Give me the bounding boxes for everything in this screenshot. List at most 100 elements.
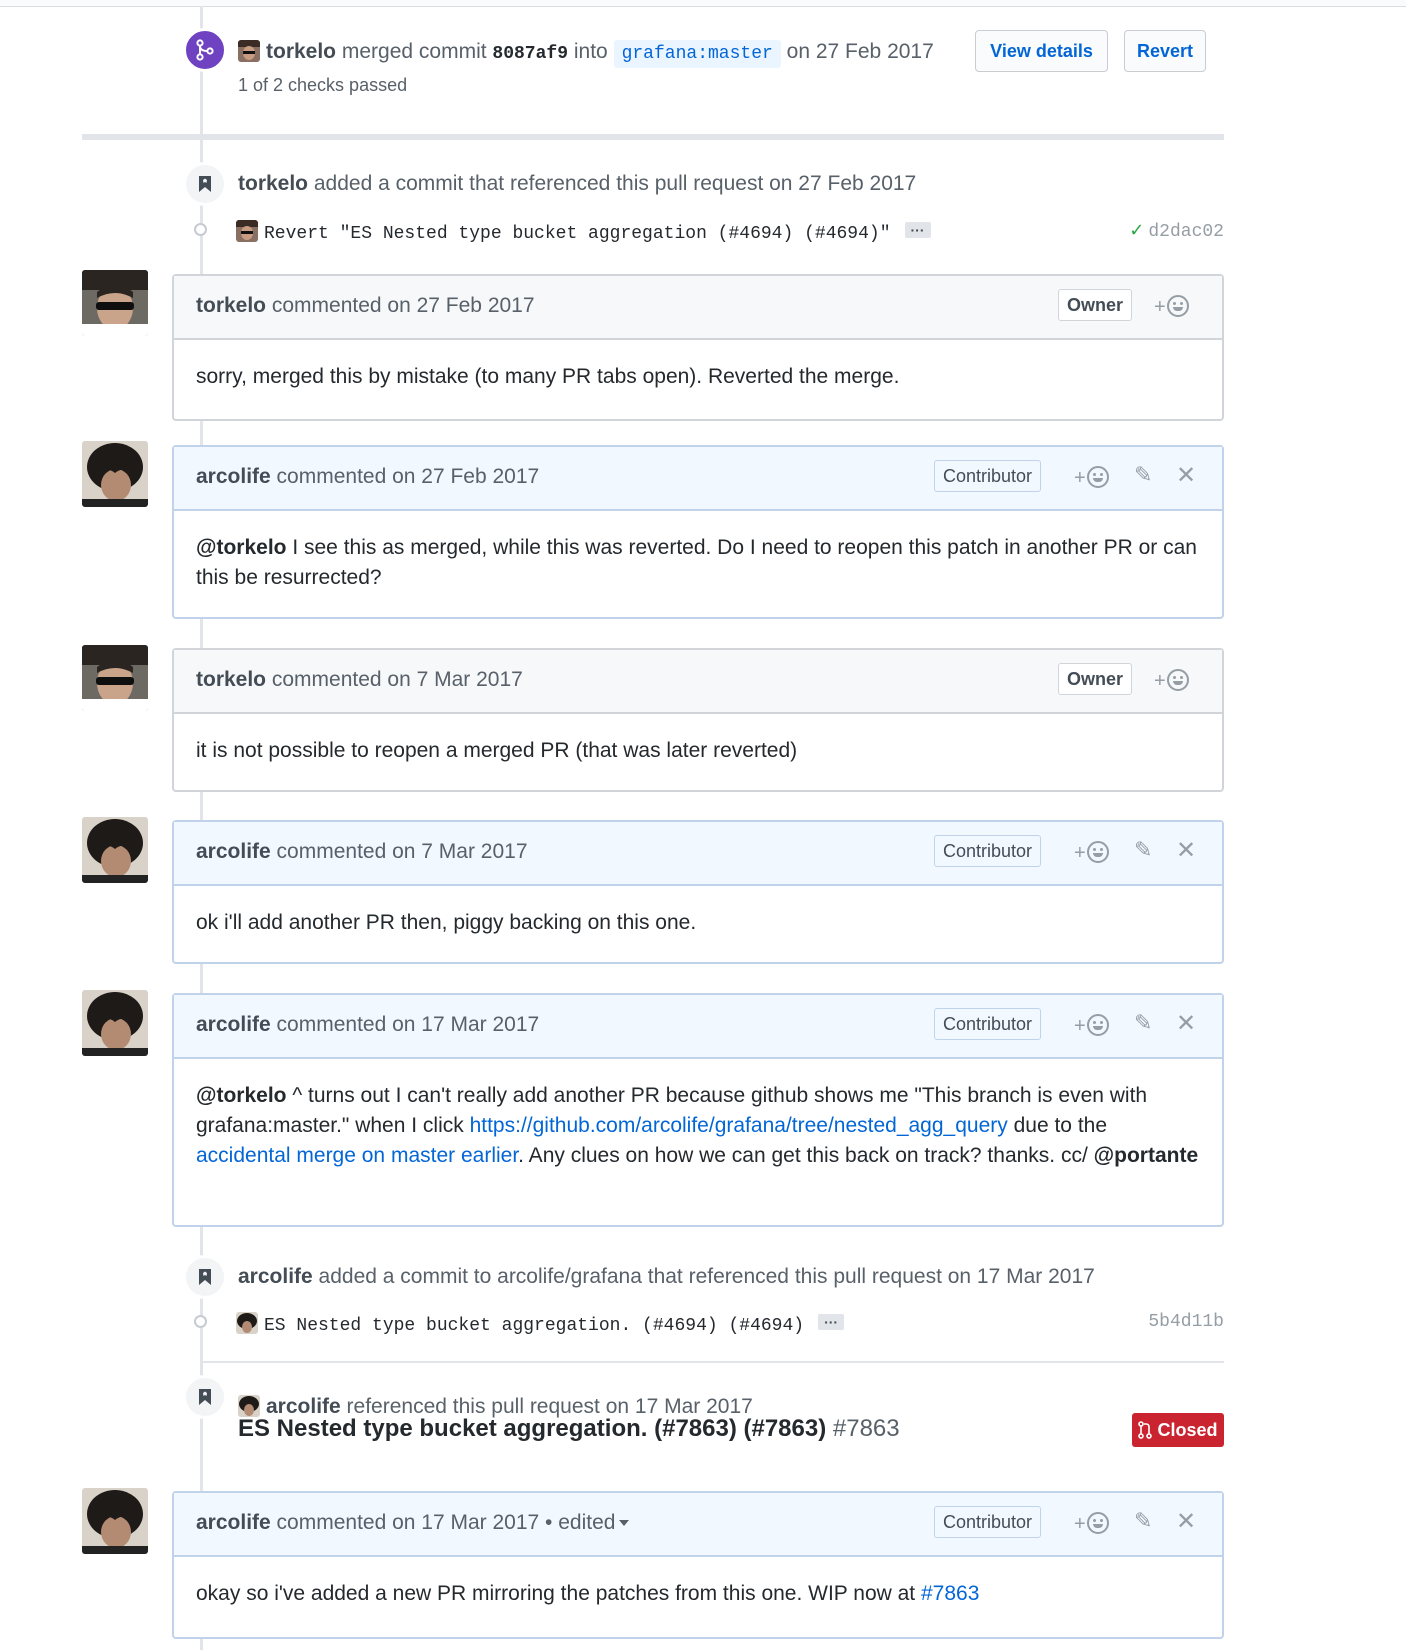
merge-author[interactable]: torkelo [266,40,336,63]
comment-timestamp[interactable]: commented on 17 Mar 2017 [277,1013,540,1036]
edited-dropdown[interactable]: • edited [545,1511,630,1534]
avatar-torkelo[interactable] [82,270,148,336]
comment-body: @torkelo ^ turns out I can't really add … [196,1084,1199,1167]
comment-timestamp[interactable]: commented on 7 Mar 2017 [272,668,523,691]
view-details-button[interactable]: View details [975,30,1108,72]
pencil-icon[interactable]: ✎ [1134,462,1152,488]
smiley-icon [1086,1014,1109,1036]
add-reaction-button[interactable]: + [1154,667,1189,693]
ref-event-description: added a commit to arcolife/grafana that … [318,1265,1095,1288]
git-merge-icon [196,39,214,61]
merge-badge [183,28,227,72]
event-divider [200,1361,1224,1363]
expand-commit-button[interactable]: ··· [904,222,931,238]
pencil-icon[interactable]: ✎ [1134,1508,1152,1534]
commit-sha-link[interactable]: 8087af9 [492,44,568,64]
close-icon[interactable]: ✕ [1176,1009,1196,1038]
comment-header: arcolife commented on 27 Feb 2017 Contri… [174,447,1222,511]
comment-header: arcolife commented on 17 Mar 2017 • edit… [174,1493,1222,1557]
top-border [0,0,1406,7]
check-icon: ✓ [1129,220,1145,241]
comment-author[interactable]: arcolife [196,1013,271,1036]
avatar[interactable] [236,220,258,242]
comment-author[interactable]: arcolife [196,465,271,488]
comment-header: arcolife commented on 17 Mar 2017 Contri… [174,995,1222,1059]
user-mention[interactable]: @torkelo [196,536,287,559]
branch-ref[interactable]: grafana:master [613,40,781,68]
comment-author[interactable]: arcolife [196,840,271,863]
accidental-merge-link[interactable]: accidental merge on master earlier [196,1144,518,1167]
expand-commit-button[interactable]: ··· [818,1314,845,1330]
ref-event-text: arcolife added a commit to arcolife/graf… [238,1265,1095,1289]
contributor-badge: Contributor [934,835,1042,867]
comment-timestamp[interactable]: commented on 27 Feb 2017 [277,465,540,488]
commit-row: ES Nested type bucket aggregation. (#469… [236,1312,845,1336]
referenced-pr-title[interactable]: ES Nested type bucket aggregation. (#786… [238,1415,900,1443]
owner-badge: Owner [1058,663,1133,695]
ref-badge [183,1255,227,1299]
pencil-icon[interactable]: ✎ [1134,1010,1152,1036]
ref-event-text: torkelo added a commit that referenced t… [238,172,916,196]
commit-row: Revert "ES Nested type bucket aggregatio… [236,220,931,244]
merge-divider [82,134,1224,140]
ref-author[interactable]: torkelo [238,172,308,195]
avatar[interactable] [238,40,260,62]
comment-timestamp[interactable]: commented on 27 Feb 2017 [272,294,535,317]
avatar-arcolife[interactable] [82,817,148,883]
user-mention[interactable]: @portante [1094,1144,1198,1167]
contributor-badge: Contributor [934,1008,1042,1040]
commit-sha[interactable]: 5b4d11b [1148,1312,1224,1332]
comment-header: arcolife commented on 7 Mar 2017 Contrib… [174,822,1222,886]
close-icon[interactable]: ✕ [1176,836,1196,865]
comment-header: torkelo commented on 7 Mar 2017 Owner + [174,650,1222,714]
comment-timestamp[interactable]: commented on 7 Mar 2017 [277,840,528,863]
referenced-pr-number[interactable]: #7863 [833,1415,900,1442]
comment-body: ok i'll add another PR then, piggy backi… [196,911,697,934]
close-icon[interactable]: ✕ [1176,461,1196,490]
ref-author[interactable]: arcolife [238,1265,313,1288]
smiley-icon [1086,466,1109,488]
comment-card: arcolife commented on 17 Mar 2017 Contri… [172,993,1224,1227]
add-reaction-button[interactable]: + [1074,1510,1109,1536]
comment-author[interactable]: torkelo [196,668,266,691]
add-reaction-button[interactable]: + [1074,1012,1109,1038]
checks-status: 1 of 2 checks passed [238,75,408,95]
chevron-down-icon [619,1520,630,1526]
ref-event-description: added a commit that referenced this pull… [313,172,917,195]
avatar-arcolife[interactable] [82,441,148,507]
comment-body: sorry, merged this by mistake (to many P… [196,365,900,388]
avatar[interactable] [236,1312,258,1334]
commit-dot [194,223,207,236]
comment-body: it is not possible to reopen a merged PR… [196,739,798,762]
pencil-icon[interactable]: ✎ [1134,837,1152,863]
avatar-arcolife[interactable] [82,990,148,1056]
revert-button[interactable]: Revert [1124,30,1206,72]
smiley-icon [1086,1512,1109,1534]
add-reaction-button[interactable]: + [1074,839,1109,865]
avatar[interactable] [238,1395,260,1417]
close-icon[interactable]: ✕ [1176,1507,1196,1536]
merge-date[interactable]: on 27 Feb 2017 [787,40,934,63]
comment-body: okay so i've added a new PR mirroring th… [196,1582,980,1605]
comment-timestamp[interactable]: commented on 17 Mar 2017 [277,1511,540,1534]
comment-card: arcolife commented on 27 Feb 2017 Contri… [172,445,1224,619]
comment-author[interactable]: arcolife [196,1511,271,1534]
comment-body: @torkelo I see this as merged, while thi… [196,536,1197,589]
git-pull-request-icon [1138,1421,1153,1439]
avatar-torkelo[interactable] [82,645,148,711]
contributor-badge: Contributor [934,1506,1042,1538]
comment-author[interactable]: torkelo [196,294,266,317]
commit-sha[interactable]: ✓ d2dac02 [1129,220,1224,242]
pr-link[interactable]: #7863 [921,1582,979,1605]
comment-card: arcolife commented on 17 Mar 2017 • edit… [172,1491,1224,1639]
bookmark-icon [199,176,211,192]
avatar-arcolife[interactable] [82,1488,148,1554]
branch-url-link[interactable]: https://github.com/arcolife/grafana/tree… [470,1114,1008,1137]
commit-message-link[interactable]: Revert "ES Nested type bucket aggregatio… [264,224,891,244]
add-reaction-button[interactable]: + [1074,464,1109,490]
ref-badge [183,1375,227,1419]
user-mention[interactable]: @torkelo [196,1084,287,1107]
commit-message-link[interactable]: ES Nested type bucket aggregation. (#469… [264,1316,804,1336]
add-reaction-button[interactable]: + [1154,293,1189,319]
contributor-badge: Contributor [934,460,1042,492]
